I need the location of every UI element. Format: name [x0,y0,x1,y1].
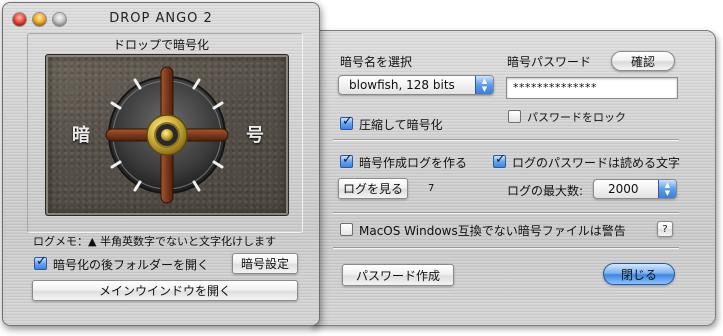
encrypt-settings-button[interactable]: 暗号設定 [232,253,298,274]
lock-password-label: パスワードをロック [527,111,626,124]
readable-log-label: ログのパスワードは読める文字 [512,156,681,170]
confirm-button[interactable]: 確認 [611,51,675,71]
open-main-window-button[interactable]: メインウインドウを開く [32,280,298,301]
create-password-button[interactable]: パスワード作成 [342,264,454,286]
divider [333,139,679,141]
drop-label: ドロップで暗号化 [112,38,209,52]
main-window: DROP ANGO 2 ドロップで暗号化 暗 号 ログメモ：▲ 半角英数字でない… [2,2,320,326]
log-memo: ログメモ：▲ 半角英数字でないと文字化けします [33,235,276,248]
password-field[interactable]: ************** [506,77,678,99]
safe-drop-target[interactable]: 暗 号 [45,54,289,216]
safe-dial-icon [105,66,229,204]
compress-label: 圧縮して暗号化 [359,118,443,132]
max-log-label: ログの最大数: [507,184,584,198]
open-folder-checkbox[interactable] [34,254,47,270]
cipher-select-label: 暗号名を選択 [340,55,413,69]
window-title: DROP ANGO 2 [109,11,213,26]
open-folder-label: 暗号化の後フォルダーを開く [53,258,210,272]
make-log-label: 暗号作成ログを作る [359,156,468,170]
password-label: 暗号パスワード [507,55,592,69]
readable-log-checkbox[interactable] [493,152,506,168]
divider [333,212,679,214]
close-button[interactable]: 閉じる [603,263,675,285]
cipher-popup[interactable]: blowfish, 128 bits ▲ ▼ [338,75,494,95]
popup-arrows-icon: ▲ ▼ [475,76,493,94]
max-log-popup[interactable]: 2000 ▲ ▼ [593,179,677,199]
help-button[interactable]: ? [657,221,673,237]
divider [333,247,679,249]
compress-checkbox[interactable] [340,114,353,130]
lock-password-checkbox[interactable] [508,110,521,123]
settings-drawer: 暗号名を選択 blowfish, 128 bits ▲ ▼ 暗号パスワード 確認 … [310,30,716,326]
warn-checkbox[interactable] [340,223,353,236]
view-log-button[interactable]: ログを見る [338,178,408,199]
log-count: 7 [428,183,435,194]
make-log-checkbox[interactable] [340,152,353,168]
max-log-value: 2000 [608,182,639,196]
warn-label: MacOS Windows互換でない暗号ファイルは警告 [359,224,626,238]
cipher-popup-value: blowfish, 128 bits [349,78,455,92]
popup-arrows-icon: ▲ ▼ [658,180,676,198]
